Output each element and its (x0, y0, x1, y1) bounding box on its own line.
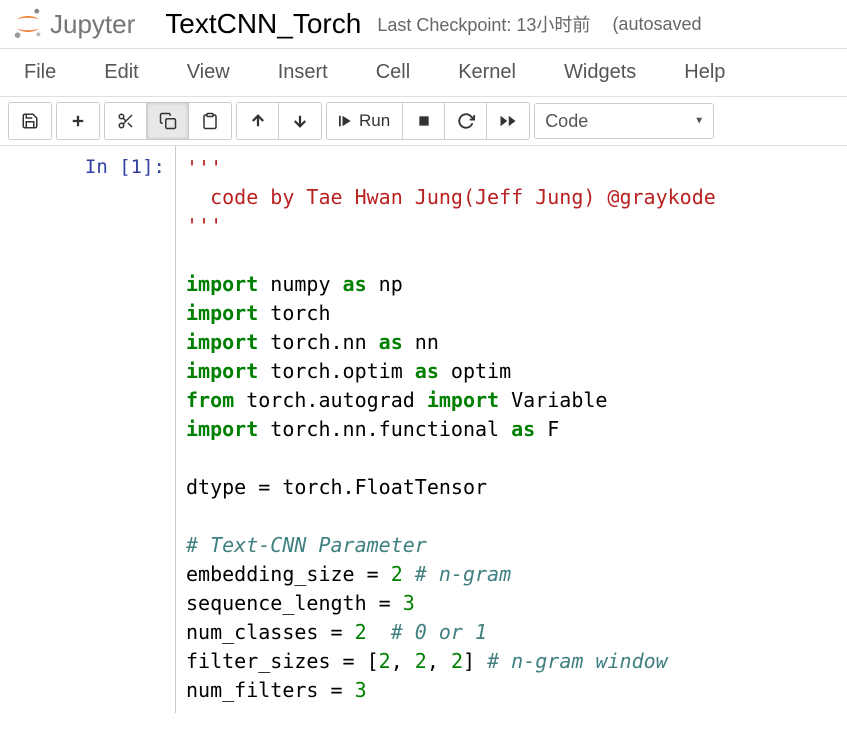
menu-kernel[interactable]: Kernel (434, 49, 540, 96)
input-prompt: In [1]: (0, 146, 175, 713)
run-icon (339, 114, 353, 128)
notebook-title[interactable]: TextCNN_Torch (165, 8, 361, 40)
interrupt-button[interactable] (403, 103, 445, 139)
menu-help[interactable]: Help (660, 49, 749, 96)
notebook-header: Jupyter TextCNN_Torch Last Checkpoint: 1… (0, 0, 847, 48)
restart-run-all-button[interactable] (487, 103, 529, 139)
plus-icon (69, 112, 87, 130)
copy-button[interactable] (147, 103, 189, 139)
restart-icon (457, 112, 475, 130)
scissors-icon (117, 112, 135, 130)
code-cell[interactable]: In [1]: ''' code by Tae Hwan Jung(Jeff J… (0, 146, 847, 713)
menubar: File Edit View Insert Cell Kernel Widget… (0, 48, 847, 97)
code-input[interactable]: ''' code by Tae Hwan Jung(Jeff Jung) @gr… (175, 146, 847, 713)
checkpoint-text: Last Checkpoint: 13小时前 (377, 11, 590, 37)
arrow-up-icon (249, 112, 267, 130)
menu-insert[interactable]: Insert (254, 49, 352, 96)
paste-button[interactable] (189, 103, 231, 139)
copy-icon (159, 112, 177, 130)
menu-edit[interactable]: Edit (80, 49, 162, 96)
menu-file[interactable]: File (0, 49, 80, 96)
move-down-button[interactable] (279, 103, 321, 139)
paste-icon (201, 112, 219, 130)
stop-icon (417, 114, 431, 128)
cell-type-select[interactable]: Code (534, 103, 714, 139)
run-label: Run (359, 111, 390, 131)
jupyter-logo-text: Jupyter (50, 9, 135, 40)
jupyter-logo[interactable]: Jupyter (12, 8, 135, 40)
save-button[interactable] (9, 103, 51, 139)
jupyter-logo-icon (12, 8, 44, 40)
restart-button[interactable] (445, 103, 487, 139)
fast-forward-icon (499, 112, 517, 130)
toolbar: Run Code (0, 97, 847, 146)
save-icon (21, 112, 39, 130)
insert-cell-button[interactable] (57, 103, 99, 139)
notebook-area: In [1]: ''' code by Tae Hwan Jung(Jeff J… (0, 146, 847, 713)
cut-button[interactable] (105, 103, 147, 139)
menu-widgets[interactable]: Widgets (540, 49, 660, 96)
menu-cell[interactable]: Cell (352, 49, 434, 96)
arrow-down-icon (291, 112, 309, 130)
autosave-text: (autosaved (612, 14, 701, 35)
run-button[interactable]: Run (327, 103, 403, 139)
move-up-button[interactable] (237, 103, 279, 139)
menu-view[interactable]: View (163, 49, 254, 96)
